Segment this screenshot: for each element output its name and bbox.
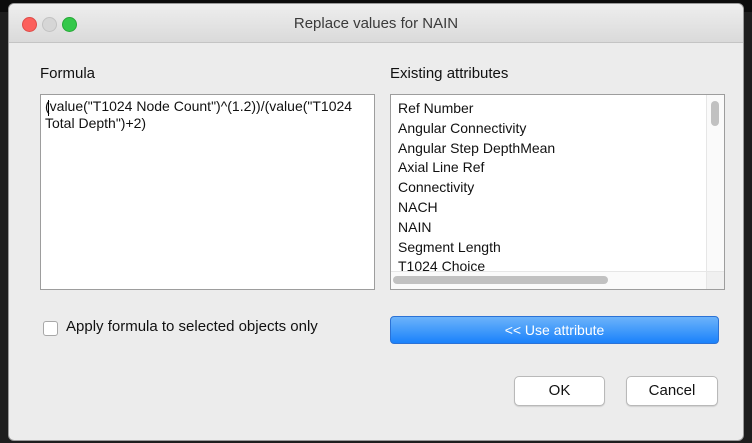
attribute-list-item[interactable]: Angular Connectivity [391, 118, 706, 138]
vertical-scrollbar[interactable] [706, 95, 724, 272]
existing-attributes-list[interactable]: Ref Number Angular Connectivity Angular St… [390, 94, 725, 290]
text-caret [48, 100, 49, 116]
attribute-list-item[interactable]: NAIN [391, 217, 706, 237]
use-attribute-button[interactable]: << Use attribute [390, 316, 719, 344]
attribute-list-item[interactable]: Ref Number [391, 98, 706, 118]
existing-attributes-label: Existing attributes [390, 65, 509, 82]
formula-text: (value("T1024 Node Count")^(1.2))/(value… [45, 98, 356, 131]
attribute-list-item[interactable]: Segment Length [391, 237, 706, 257]
scrollbar-corner [706, 271, 724, 289]
title-bar: Replace values for NAIN [9, 4, 743, 43]
replace-values-dialog: Replace values for NAIN Formula Existing… [9, 4, 743, 440]
attribute-list-item[interactable]: NACH [391, 197, 706, 217]
attribute-list-item[interactable]: Angular Step DepthMean [391, 138, 706, 158]
horizontal-scrollbar[interactable] [391, 271, 707, 289]
formula-label: Formula [40, 65, 96, 82]
attribute-list-item[interactable]: Connectivity [391, 177, 706, 197]
vertical-scroll-thumb[interactable] [711, 101, 719, 126]
attribute-list-item[interactable]: Axial Line Ref [391, 157, 706, 177]
ok-button[interactable]: OK [514, 376, 605, 406]
formula-textarea[interactable]: (value("T1024 Node Count")^(1.2))/(value… [40, 94, 375, 290]
attribute-items: Ref Number Angular Connectivity Angular St… [391, 98, 706, 276]
cancel-button[interactable]: Cancel [626, 376, 718, 406]
apply-selected-label[interactable]: Apply formula to selected objects only [66, 318, 318, 335]
horizontal-scroll-thumb[interactable] [393, 276, 608, 284]
apply-selected-checkbox[interactable] [43, 321, 58, 336]
window-title: Replace values for NAIN [293, 15, 459, 32]
